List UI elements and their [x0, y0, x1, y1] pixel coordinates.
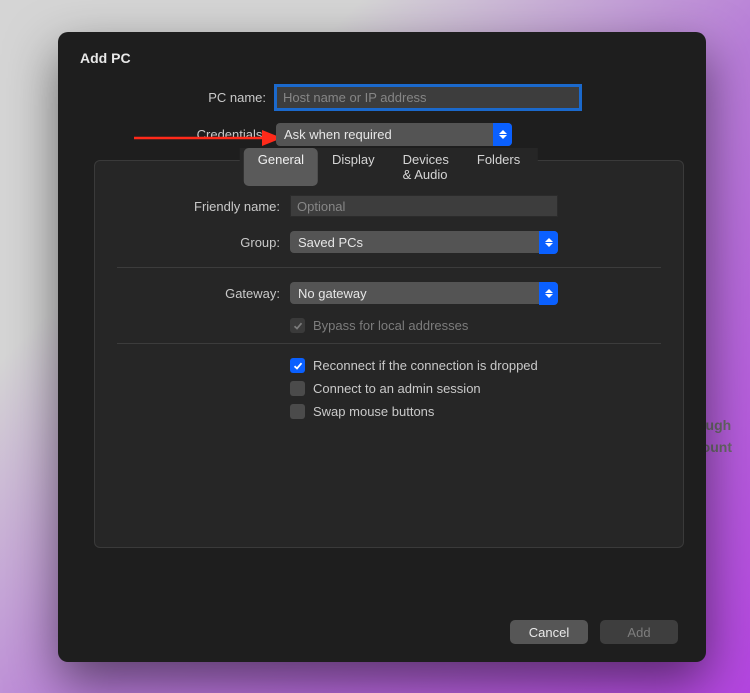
swap-checkbox[interactable] [290, 404, 305, 419]
dialog-title: Add PC [58, 32, 706, 66]
check-icon [293, 321, 303, 331]
reconnect-label: Reconnect if the connection is dropped [313, 358, 538, 373]
credentials-label: Credentials: [58, 127, 276, 142]
credentials-row: Credentials: Ask when required [58, 123, 706, 146]
pc-name-row: PC name: [58, 86, 706, 109]
chevron-updown-icon [539, 231, 558, 254]
tab-general[interactable]: General [244, 148, 318, 186]
group-value: Saved PCs [298, 235, 363, 250]
swap-checkbox-row: Swap mouse buttons [95, 404, 683, 419]
settings-tab-pane: General Display Devices & Audio Folders … [94, 160, 684, 548]
friendly-name-input[interactable] [290, 195, 558, 217]
form-top-section: PC name: Credentials: Ask when required [58, 66, 706, 146]
pc-name-input[interactable] [276, 86, 580, 109]
tab-folders[interactable]: Folders [463, 148, 534, 186]
admin-label: Connect to an admin session [313, 381, 481, 396]
pc-name-label: PC name: [58, 90, 276, 105]
bg-hint-line1: through [678, 414, 732, 436]
group-label: Group: [95, 235, 290, 250]
tab-devices-audio[interactable]: Devices & Audio [389, 148, 463, 186]
cancel-button[interactable]: Cancel [510, 620, 588, 644]
tab-bar: General Display Devices & Audio Folders [240, 148, 538, 186]
gateway-value: No gateway [298, 286, 367, 301]
credentials-select[interactable]: Ask when required [276, 123, 512, 146]
group-row: Group: Saved PCs [95, 231, 683, 253]
add-button: Add [600, 620, 678, 644]
admin-checkbox-row: Connect to an admin session [95, 381, 683, 396]
check-icon [293, 361, 303, 371]
chevron-updown-icon [539, 282, 558, 305]
gateway-select[interactable]: No gateway [290, 282, 558, 304]
dialog-footer: Cancel Add [510, 620, 678, 644]
friendly-name-label: Friendly name: [95, 199, 290, 214]
bypass-label: Bypass for local addresses [313, 318, 468, 333]
tab-display[interactable]: Display [318, 148, 389, 186]
bypass-checkbox-row: Bypass for local addresses [95, 318, 683, 333]
group-select[interactable]: Saved PCs [290, 231, 558, 253]
reconnect-checkbox[interactable] [290, 358, 305, 373]
bypass-checkbox [290, 318, 305, 333]
background-hint-text: through account [678, 414, 732, 459]
gateway-label: Gateway: [95, 286, 290, 301]
gateway-row: Gateway: No gateway [95, 282, 683, 304]
divider [117, 267, 661, 268]
chevron-updown-icon [493, 123, 512, 146]
general-pane-body: Friendly name: Group: Saved PCs Gateway:… [95, 161, 683, 419]
swap-label: Swap mouse buttons [313, 404, 434, 419]
bg-hint-line2: account [678, 436, 732, 458]
admin-checkbox[interactable] [290, 381, 305, 396]
reconnect-checkbox-row: Reconnect if the connection is dropped [95, 358, 683, 373]
friendly-name-row: Friendly name: [95, 195, 683, 217]
divider [117, 343, 661, 344]
credentials-value: Ask when required [284, 127, 392, 142]
add-pc-dialog: through account Add PC PC name: Credenti… [58, 32, 706, 662]
